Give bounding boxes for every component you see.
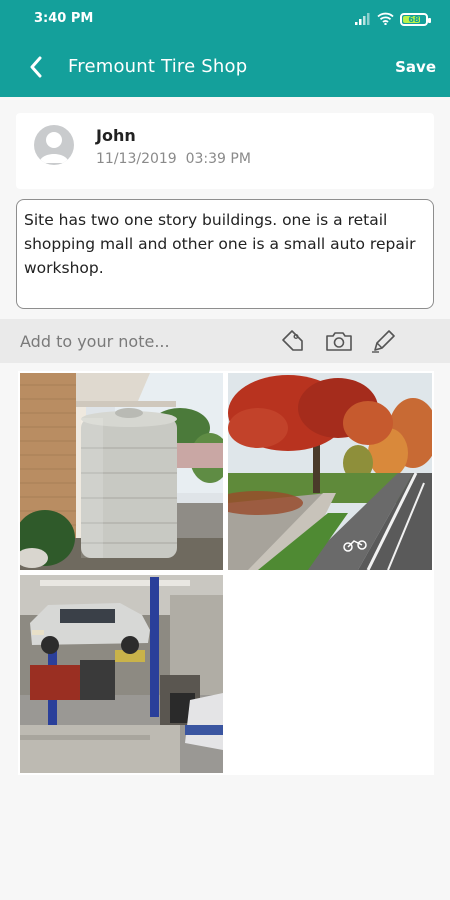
- status-time: 3:40 PM: [34, 11, 94, 26]
- photo-water-tank[interactable]: [20, 373, 223, 570]
- add-note-input[interactable]: [20, 329, 250, 353]
- chevron-left-icon: [30, 56, 42, 78]
- note-time: 03:39 PM: [185, 151, 251, 167]
- avatar: [34, 125, 74, 165]
- page-title: Fremount Tire Shop: [68, 56, 248, 77]
- back-button[interactable]: [22, 52, 50, 82]
- photo-grid: [18, 371, 434, 775]
- note-text-box[interactable]: Site has two one story buildings. one is…: [16, 199, 434, 309]
- app-bar: 3:40 PM 68 Fremount Tire Shop Save: [0, 0, 450, 97]
- user-avatar-icon: [39, 132, 69, 163]
- save-button[interactable]: Save: [395, 58, 436, 76]
- wifi-icon: [377, 10, 394, 29]
- battery-icon: 68: [400, 13, 431, 26]
- signal-icon: [355, 10, 371, 29]
- note-author-card: John 11/13/2019 03:39 PM: [16, 113, 434, 189]
- status-bar: 3:40 PM 68: [0, 0, 450, 38]
- tag-icon[interactable]: [278, 328, 306, 354]
- photo-street[interactable]: [228, 373, 432, 570]
- add-note-bar: [0, 319, 450, 363]
- status-icons: 68: [355, 10, 431, 29]
- author-name: John: [96, 126, 136, 145]
- camera-icon[interactable]: [325, 328, 353, 354]
- note-timestamp: 11/13/2019 03:39 PM: [96, 151, 251, 167]
- battery-level: 68: [408, 15, 420, 24]
- pen-icon[interactable]: [370, 328, 398, 354]
- note-date: 11/13/2019: [96, 151, 177, 167]
- photo-auto-shop[interactable]: [20, 575, 223, 773]
